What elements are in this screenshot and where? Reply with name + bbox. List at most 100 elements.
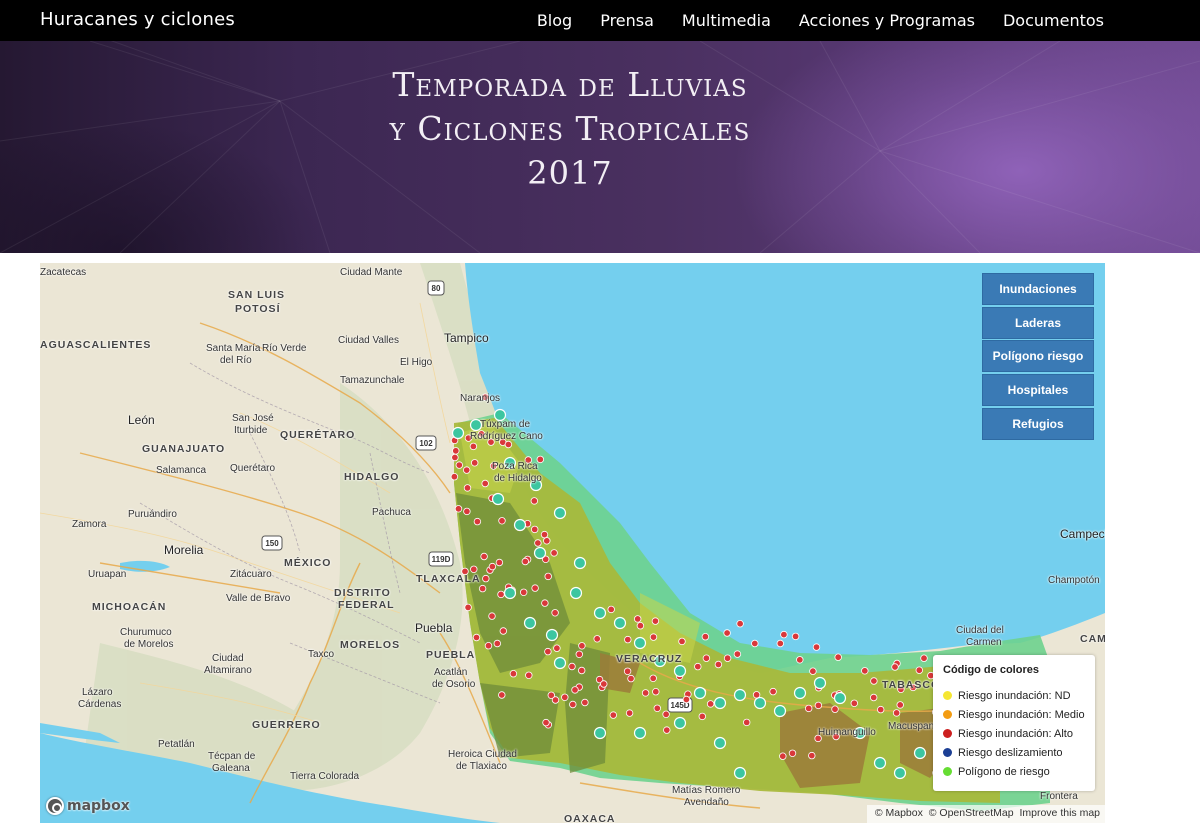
nav-prensa-link[interactable]: Prensa: [600, 11, 654, 30]
label-iturbide: Iturbide: [234, 425, 268, 436]
shelter-marker: [633, 726, 647, 740]
risk-marker: [463, 507, 471, 516]
label-morelia: Morelia: [164, 543, 204, 557]
site-brand[interactable]: Huracanes y ciclones: [40, 9, 235, 30]
mapbox-logo[interactable]: mapbox: [46, 796, 130, 816]
risk-marker: [531, 525, 539, 534]
risk-map[interactable]: 80 102 150 119D 145D Zacatecas Ciudad Ma…: [40, 263, 1105, 823]
inundaciones-button[interactable]: Inundaciones: [982, 273, 1094, 305]
shelter-marker: [673, 664, 687, 678]
risk-marker: [834, 653, 842, 661]
shelter-marker: [593, 726, 607, 740]
risk-marker: [534, 539, 542, 547]
shield-102: 102: [419, 439, 433, 448]
risk-marker: [463, 484, 472, 492]
risk-marker: [625, 709, 634, 717]
legend-swatch: [943, 729, 952, 738]
risk-marker: [706, 700, 715, 708]
risk-marker: [653, 704, 661, 712]
risk-marker: [520, 588, 528, 596]
shelter-marker: [673, 716, 687, 730]
label-guanajuato: GUANAJUATO: [142, 443, 226, 455]
color-legend: Código de colores Riesgo inundación: ND …: [933, 655, 1095, 791]
risk-marker: [571, 686, 579, 694]
label-michoacan: MICHOACÁN: [92, 601, 167, 613]
shelter-marker: [693, 686, 707, 700]
shelter-marker: [913, 746, 927, 760]
risk-marker: [473, 517, 482, 526]
shelter-marker: [593, 606, 607, 620]
label-poza-rica: Poza Rica: [492, 461, 538, 472]
refugios-button[interactable]: Refugios: [982, 407, 1094, 440]
risk-marker: [714, 660, 723, 669]
risk-marker: [493, 639, 501, 648]
shelter-marker: [553, 656, 567, 670]
risk-marker: [920, 654, 928, 662]
legend-title: Código de colores: [943, 664, 1039, 676]
risk-marker: [454, 505, 463, 513]
legend-item: Riesgo inundación: Medio: [943, 705, 1085, 724]
label-matias: Matías Romero: [672, 785, 741, 796]
label-tlaxiaco: de Tlaxiaco: [456, 761, 507, 772]
main-nav: Blog Prensa Multimedia Acciones y Progra…: [537, 0, 1104, 41]
risk-marker: [896, 701, 904, 709]
risk-marker: [861, 667, 869, 675]
risk-marker: [495, 558, 504, 567]
risk-marker: [870, 677, 878, 685]
legend-label: Riesgo inundación: Medio: [958, 708, 1085, 721]
nav-multimedia-link[interactable]: Multimedia: [682, 11, 771, 30]
risk-marker: [478, 584, 487, 593]
risk-marker: [870, 693, 878, 702]
risk-marker: [662, 710, 670, 718]
risk-marker: [850, 699, 858, 707]
risk-marker: [791, 632, 800, 641]
risk-marker: [877, 705, 885, 714]
label-lazaro: Lázaro: [82, 687, 113, 698]
nav-blog-link[interactable]: Blog: [537, 11, 572, 30]
top-navbar: Huracanes y ciclones Blog Prensa Multime…: [0, 0, 1200, 41]
risk-marker: [723, 629, 731, 637]
label-federal: FEDERAL: [338, 599, 395, 611]
attribution-mapbox-link[interactable]: © Mapbox: [875, 807, 923, 819]
label-champoton: Champotón: [1048, 575, 1100, 586]
legend-label: Riesgo inundación: ND: [958, 689, 1071, 702]
risk-marker: [593, 635, 601, 643]
attribution-osm-link[interactable]: © OpenStreetMap: [929, 807, 1014, 819]
risk-marker: [641, 689, 650, 697]
shelter-marker: [545, 628, 559, 642]
label-del-rio: del Río: [220, 355, 252, 366]
label-tamazunchale: Tamazunchale: [340, 375, 405, 386]
poligono-riesgo-button[interactable]: Polígono riesgo: [982, 340, 1094, 373]
label-puebla: Puebla: [415, 621, 453, 635]
nav-documentos-link[interactable]: Documentos: [1003, 11, 1104, 30]
laderas-button[interactable]: Laderas: [982, 306, 1094, 339]
shelter-marker: [533, 546, 547, 560]
shelter-marker: [893, 766, 907, 780]
label-zacatecas: Zacatecas: [40, 267, 87, 278]
label-ciudad-valles: Ciudad Valles: [338, 335, 399, 346]
label-ciudad: Ciudad: [212, 653, 244, 664]
risk-marker: [812, 643, 821, 651]
risk-marker: [751, 639, 759, 648]
risk-marker: [634, 615, 642, 623]
risk-marker: [525, 671, 533, 679]
shelter-marker: [773, 704, 787, 718]
label-hidalgo: HIDALGO: [344, 471, 400, 483]
label-san-luis: SAN LUIS: [228, 289, 286, 301]
risk-marker: [788, 749, 797, 757]
nav-acciones-link[interactable]: Acciones y Programas: [799, 11, 975, 30]
risk-marker: [776, 639, 784, 648]
label-de-hidalgo: de Hidalgo: [494, 473, 542, 484]
risk-marker: [504, 440, 513, 449]
hospitales-button[interactable]: Hospitales: [982, 374, 1094, 407]
risk-marker: [550, 549, 558, 557]
risk-marker: [796, 656, 804, 664]
risk-marker: [779, 752, 787, 760]
shelter-marker: [569, 586, 583, 600]
hero-banner: Temporada de Lluvias y Ciclones Tropical…: [0, 41, 1200, 253]
attribution-improve-link[interactable]: Improve this map: [1019, 807, 1100, 819]
risk-marker: [543, 537, 551, 545]
label-tecpan: Técpan de: [208, 751, 256, 762]
hero-title: Temporada de Lluvias y Ciclones Tropical…: [0, 63, 1140, 195]
shelter-marker: [613, 616, 627, 630]
